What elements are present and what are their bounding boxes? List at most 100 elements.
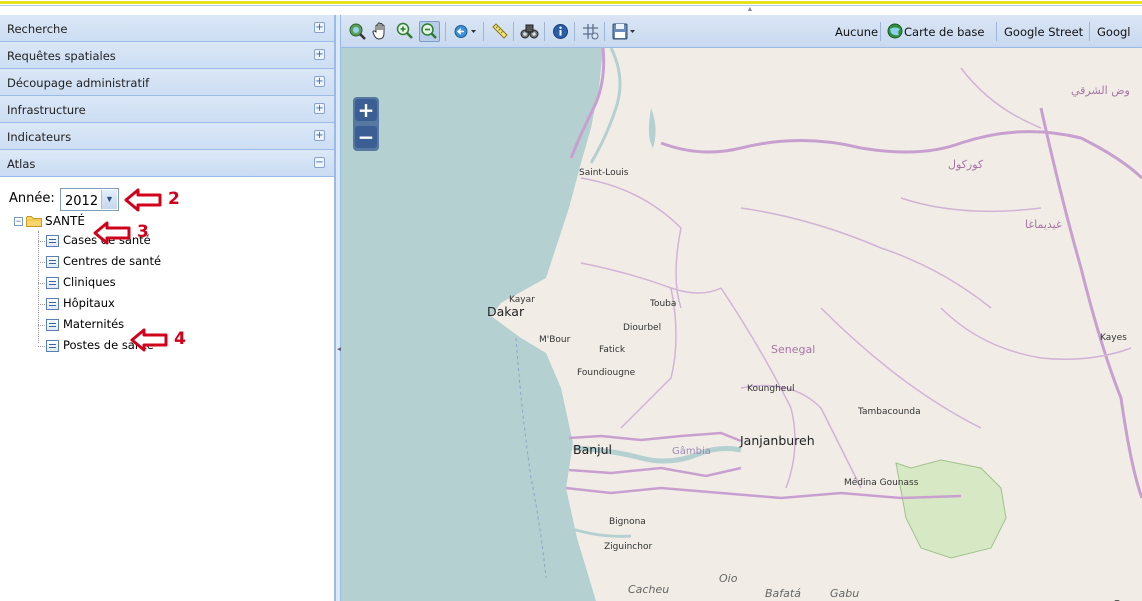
layer-option-google[interactable]: Googl	[1097, 25, 1130, 39]
map-label: كوركول	[948, 158, 984, 171]
collapse-icon[interactable]: −	[314, 157, 325, 168]
year-value: 2012	[65, 194, 99, 209]
collapse-node-icon[interactable]: −	[14, 217, 23, 226]
tree-item-label: Maternités	[63, 317, 125, 331]
annotation-4: 4	[130, 328, 190, 352]
map-toolbar: Aucune Carte de base Google Street Googl	[341, 15, 1142, 48]
toolbar-separator	[1089, 22, 1090, 41]
map-label: Janjanbureh	[740, 433, 815, 448]
grid-button[interactable]	[580, 21, 601, 42]
zoom-out-icon	[421, 23, 437, 39]
toolbar-separator	[544, 22, 545, 41]
map-label: Dakar	[487, 304, 525, 319]
info-icon	[553, 24, 568, 39]
map-canvas[interactable]: + − Saint-Louis كوركول غيديماغا وض الشرق…	[341, 48, 1142, 601]
atlas-panel-body: Année: 2012 ▼ − SANTÉ Cases de santé	[0, 177, 334, 597]
tree-connector	[38, 283, 45, 284]
map-label: Bafatá	[765, 587, 801, 600]
map-label: Tambacounda	[858, 407, 921, 417]
year-select[interactable]: 2012 ▼	[60, 188, 119, 211]
layer-icon	[46, 235, 59, 247]
expand-icon[interactable]: +	[314, 49, 325, 60]
collapse-top-handle[interactable]: ▲	[740, 6, 760, 13]
pan-button[interactable]	[370, 21, 391, 42]
map-zoom-in-button[interactable]: +	[355, 99, 377, 121]
tree-connector	[38, 262, 45, 263]
toolbar-separator	[604, 22, 605, 41]
tree-connector	[38, 346, 45, 347]
hand-icon	[372, 22, 385, 40]
map-label: وض الشرقي	[1071, 84, 1130, 97]
panel-header-decoupage-administratif[interactable]: Découpage administratif +	[0, 69, 334, 96]
toolbar-separator	[574, 22, 575, 41]
toolbar-separator	[996, 22, 997, 41]
annotation-number: 4	[174, 329, 186, 349]
map-zoom-out-button[interactable]: −	[355, 126, 377, 148]
floppy-disk-icon	[612, 23, 635, 40]
arrow-left-icon	[130, 328, 168, 352]
find-button[interactable]	[519, 21, 540, 42]
map-label: Fatick	[599, 345, 626, 355]
map-label: Cacheu	[628, 583, 670, 596]
layer-icon	[46, 319, 59, 331]
panel-title: Requêtes spatiales	[7, 49, 116, 63]
panel-header-requetes-spatiales[interactable]: Requêtes spatiales +	[0, 42, 334, 69]
panel-header-atlas[interactable]: Atlas −	[0, 150, 334, 177]
zoom-in-button[interactable]	[395, 21, 416, 42]
panel-title: Infrastructure	[7, 103, 86, 117]
layer-icon	[46, 298, 59, 310]
layer-option-aucune[interactable]: Aucune	[835, 25, 878, 39]
map-panel: Aucune Carte de base Google Street Googl	[341, 15, 1142, 601]
map-label: Gâmbia	[672, 446, 711, 457]
globe-icon	[349, 23, 366, 40]
expand-icon[interactable]: +	[314, 76, 325, 87]
toolbar-separator	[483, 22, 484, 41]
zoom-in-icon	[396, 22, 413, 39]
history-dropdown-button[interactable]	[452, 21, 479, 42]
toolbar-separator	[880, 22, 881, 41]
expand-icon[interactable]: +	[314, 22, 325, 33]
layer-option-google-street[interactable]: Google Street	[1004, 25, 1083, 39]
save-dropdown-button[interactable]	[610, 21, 638, 42]
expand-icon[interactable]: +	[314, 103, 325, 114]
arrow-left-icon	[124, 188, 162, 212]
expand-icon[interactable]: +	[314, 130, 325, 141]
panel-header-recherche[interactable]: Recherche +	[0, 15, 334, 42]
tree-connector	[38, 304, 45, 305]
chevron-down-icon[interactable]: ▼	[101, 190, 117, 209]
annotation-3: 3	[93, 221, 153, 245]
layer-option-carte-de-base[interactable]: Carte de base	[904, 25, 985, 39]
map-label: Banjul	[573, 442, 613, 457]
annotation-number: 2	[168, 189, 180, 209]
folder-icon	[26, 216, 42, 227]
map-label: Foundiougne	[577, 368, 636, 378]
map-label: Diourbel	[623, 323, 662, 333]
arrow-left-icon	[93, 221, 131, 245]
map-label: Kayes	[1100, 333, 1127, 343]
panel-title: Découpage administratif	[7, 76, 150, 90]
measure-button[interactable]	[489, 21, 510, 42]
grid-icon	[583, 24, 599, 40]
top-banner: ▲	[0, 0, 1142, 13]
tree-connector	[38, 231, 40, 343]
annotation-2: 2	[124, 188, 184, 212]
map-basemap	[341, 48, 1142, 601]
panel-header-infrastructure[interactable]: Infrastructure +	[0, 96, 334, 123]
map-label: Gabu	[830, 587, 860, 600]
map-label: Touba	[650, 299, 677, 309]
panel-title: Atlas	[7, 157, 36, 171]
info-button[interactable]	[550, 21, 571, 42]
zoom-extent-button[interactable]	[347, 21, 368, 42]
tree-item-label: Centres de santé	[63, 254, 162, 268]
map-label: Senegal	[771, 343, 816, 356]
map-label: Oio	[719, 572, 738, 585]
panel-header-indicateurs[interactable]: Indicateurs +	[0, 123, 334, 150]
zoom-out-button[interactable]	[419, 21, 440, 42]
navigation-history-icon	[454, 25, 476, 38]
tree-connector	[38, 325, 45, 326]
layer-icon	[46, 256, 59, 268]
tree-item-label: Hôpitaux	[63, 296, 115, 310]
tree-item-label: Cliniques	[63, 275, 116, 289]
map-label: Médina Gounass	[844, 478, 919, 488]
binoculars-icon	[520, 24, 539, 39]
